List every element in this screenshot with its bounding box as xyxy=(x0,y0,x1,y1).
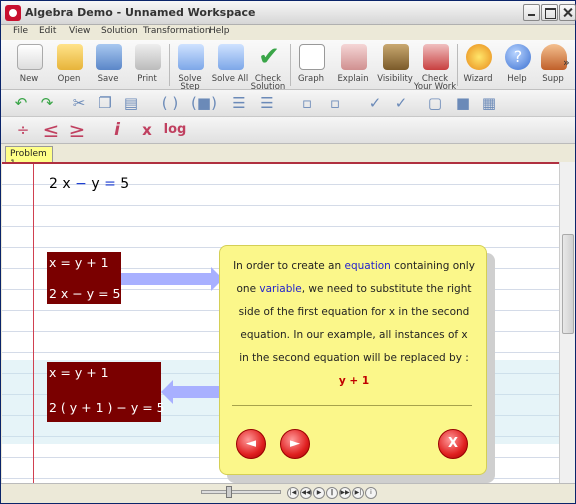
check-solution-button[interactable]: ✔ Check Solution xyxy=(246,42,290,91)
previous-step-button[interactable]: ◄ xyxy=(236,429,266,459)
menu-transformation[interactable]: Transformation xyxy=(143,26,211,36)
redo-icon[interactable]: ↷ xyxy=(37,94,57,112)
align-middle-icon[interactable]: ☰ xyxy=(257,94,277,112)
wizard-wand-icon xyxy=(466,44,492,70)
toolbar-overflow-icon[interactable]: » xyxy=(563,56,570,69)
fast-forward-icon[interactable]: ▶▶ xyxy=(339,487,351,499)
solve-all-arrow-icon xyxy=(218,44,244,70)
print-button[interactable]: Print xyxy=(125,42,169,88)
check-step-icon[interactable]: ✓ xyxy=(365,94,385,112)
math-toolbar: ÷ ≤ ≥ i x log xyxy=(1,117,575,144)
scroll-down-icon[interactable] xyxy=(562,469,574,481)
split-frame-icon[interactable]: ▦ xyxy=(479,94,499,112)
imaginary-button[interactable]: i xyxy=(107,121,127,139)
close-panel-button[interactable]: X xyxy=(438,429,468,459)
wrap-parentheses-icon[interactable]: (■) xyxy=(189,94,219,112)
app-icon xyxy=(5,5,21,21)
system-equations-box[interactable]: x = y + 1 2 x − y = 5 xyxy=(47,252,121,304)
align-top-icon[interactable]: ☰ xyxy=(229,94,249,112)
last-step-icon[interactable]: ▶| xyxy=(352,487,364,499)
solve-step-arrow-icon xyxy=(178,44,204,70)
equation-link[interactable]: equation xyxy=(344,260,390,272)
subscript-box-icon[interactable]: ▫ xyxy=(325,94,345,112)
graph-icon xyxy=(299,44,325,70)
next-step-button[interactable]: ► xyxy=(280,429,310,459)
close-window-button[interactable] xyxy=(559,4,576,21)
check-your-work-button[interactable]: Check Your Work xyxy=(413,42,457,91)
title-bar: Algebra Demo - Unnamed Workspace xyxy=(1,1,576,25)
maximize-button[interactable] xyxy=(541,4,558,21)
visibility-icon xyxy=(383,44,409,70)
menu-file[interactable]: File xyxy=(13,26,28,36)
minimize-button[interactable] xyxy=(523,4,540,21)
superscript-box-icon[interactable]: ▫ xyxy=(297,94,317,112)
rewind-icon[interactable]: ◀◀ xyxy=(300,487,312,499)
explanation-panel: In order to create an equation containin… xyxy=(219,245,487,475)
open-folder-icon xyxy=(57,44,83,70)
menu-bar: File Edit View Solution Transformation H… xyxy=(1,25,575,40)
playback-slider[interactable] xyxy=(201,486,281,498)
new-document-icon xyxy=(17,44,43,70)
first-equation[interactable]: 2 x − y = 5 xyxy=(49,176,129,192)
substituted-equations-box[interactable]: x = y + 1 2 ( y + 1 ) − y = 5 xyxy=(47,362,165,422)
window-title: Algebra Demo - Unnamed Workspace xyxy=(25,6,256,19)
tab-strip: Problem 1 xyxy=(1,144,575,169)
copy-icon[interactable]: ❐ xyxy=(95,94,115,112)
help-icon: ? xyxy=(505,44,531,70)
scroll-thumb[interactable] xyxy=(562,234,574,334)
greater-equal-button[interactable]: ≥ xyxy=(67,120,87,140)
parentheses-icon[interactable]: ( ) xyxy=(155,94,185,112)
margin-line xyxy=(33,164,34,483)
undo-icon[interactable]: ↶ xyxy=(11,94,31,112)
slider-knob[interactable] xyxy=(226,486,232,498)
menu-view[interactable]: View xyxy=(69,26,90,36)
save-disk-icon xyxy=(96,44,122,70)
main-toolbar: New Open Save Print Solve Step Solve All… xyxy=(1,40,575,91)
fill-frame-icon[interactable]: ■ xyxy=(453,94,473,112)
check-all-icon[interactable]: ✓ xyxy=(391,94,411,112)
pause-icon[interactable]: ‖ xyxy=(326,487,338,499)
cut-icon[interactable]: ✂ xyxy=(69,94,89,112)
paste-icon[interactable]: ▤ xyxy=(121,94,141,112)
less-equal-button[interactable]: ≤ xyxy=(41,120,61,140)
variable-x-button[interactable]: x xyxy=(137,121,157,139)
menu-solution[interactable]: Solution xyxy=(101,26,138,36)
log-button[interactable]: log xyxy=(161,121,189,139)
vertical-scrollbar[interactable] xyxy=(559,162,575,483)
menu-help[interactable]: Help xyxy=(209,26,230,36)
variable-link[interactable]: variable xyxy=(259,283,301,295)
app-window: Algebra Demo - Unnamed Workspace File Ed… xyxy=(0,0,576,504)
play-icon[interactable]: ▶ xyxy=(313,487,325,499)
printer-icon xyxy=(135,44,161,70)
check-work-icon xyxy=(423,44,449,70)
divide-icon[interactable]: ÷ xyxy=(13,121,33,139)
scroll-up-icon[interactable] xyxy=(562,164,574,176)
edit-toolbar: ↶ ↷ ✂ ❐ ▤ ( ) (■) ☰ ☰ ▫ ▫ ✓ ✓ ▢ ■ ▦ xyxy=(1,90,575,117)
explain-icon xyxy=(341,44,367,70)
panel-divider xyxy=(232,405,472,406)
substitution-result: y + 1 xyxy=(338,375,370,387)
first-step-icon[interactable]: |◀ xyxy=(287,487,299,499)
status-bar: |◀ ◀◀ ▶ ‖ ▶▶ ▶| i xyxy=(1,483,575,503)
info-icon[interactable]: i xyxy=(365,487,377,499)
tab-problem-1[interactable]: Problem 1 xyxy=(5,146,53,169)
arrow-right-icon xyxy=(121,267,223,291)
menu-edit[interactable]: Edit xyxy=(39,26,56,36)
explanation-text: In order to create an equation containin… xyxy=(228,255,480,393)
arrow-left-icon xyxy=(161,380,221,404)
frame-icon[interactable]: ▢ xyxy=(425,94,445,112)
check-mark-icon: ✔ xyxy=(258,42,280,72)
